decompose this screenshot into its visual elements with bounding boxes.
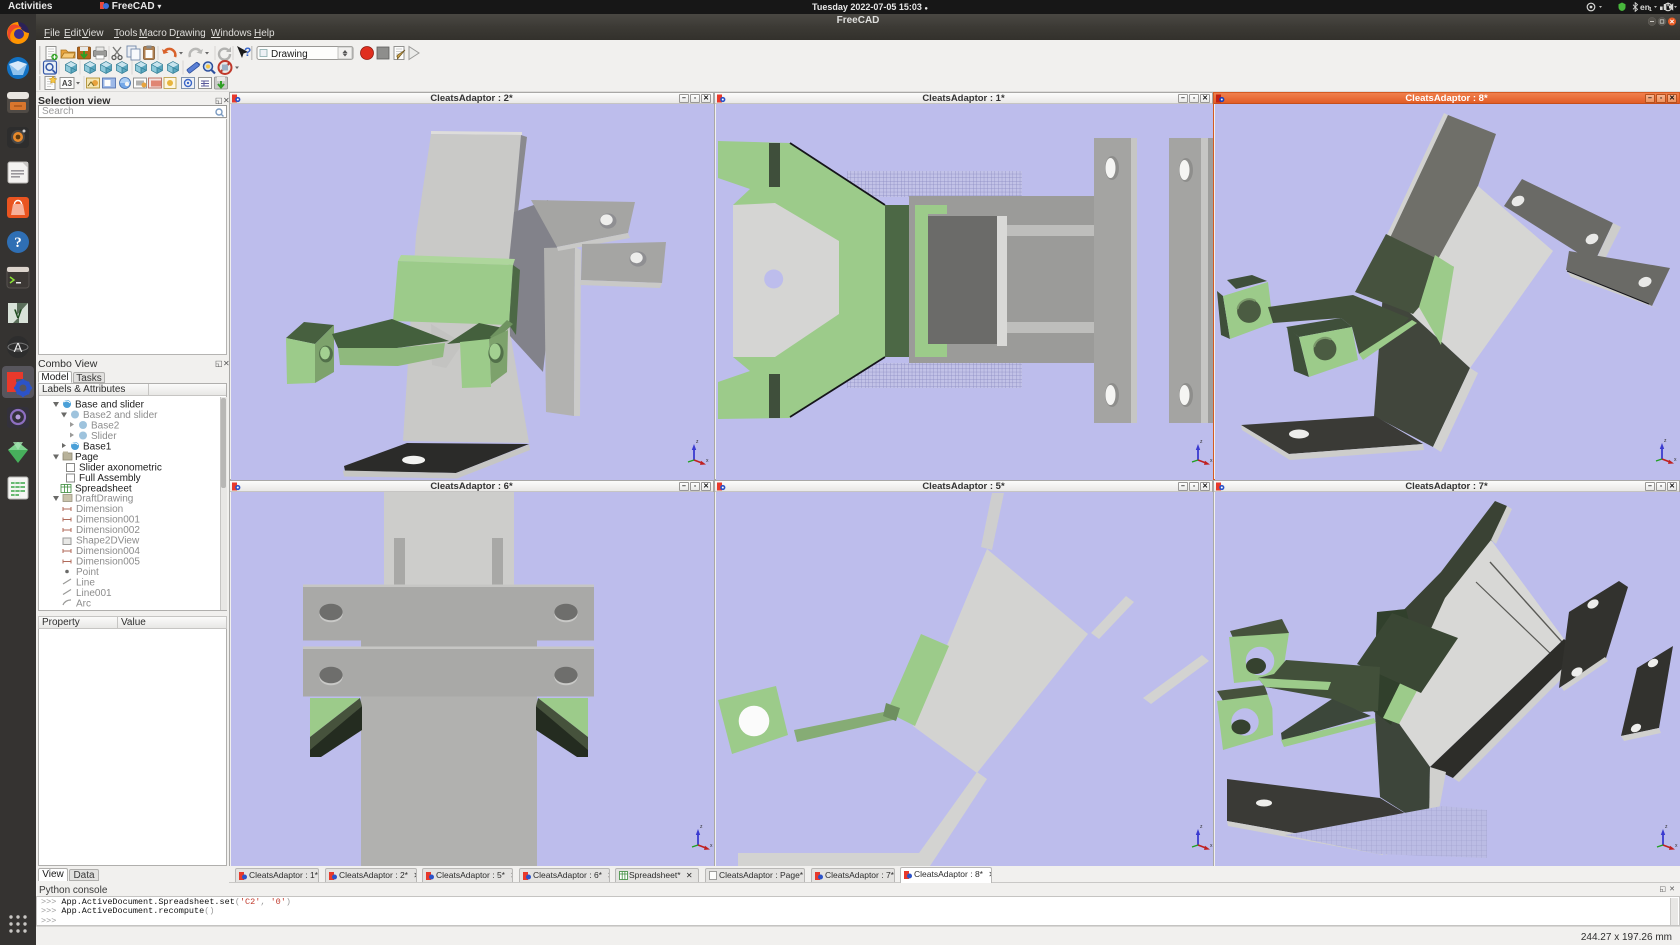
svg-text:Slider: Slider bbox=[91, 431, 117, 442]
svg-text:Dimension: Dimension bbox=[76, 504, 123, 515]
svg-text:Base2 and slider: Base2 and slider bbox=[83, 410, 158, 421]
svg-text:Shape2DView: Shape2DView bbox=[76, 536, 140, 547]
svg-text:Dimension004: Dimension004 bbox=[76, 546, 140, 557]
svg-text:Dimension002: Dimension002 bbox=[76, 525, 140, 536]
svg-text:Slider axonometric: Slider axonometric bbox=[79, 463, 162, 474]
svg-text:A3: A3 bbox=[62, 79, 73, 88]
svg-text:Line001: Line001 bbox=[76, 588, 112, 599]
svg-text:Page: Page bbox=[75, 452, 99, 463]
svg-text:DraftDrawing: DraftDrawing bbox=[75, 494, 133, 505]
svg-text:Line: Line bbox=[76, 578, 95, 589]
svg-text:Point: Point bbox=[76, 567, 99, 578]
svg-text:Dimension001: Dimension001 bbox=[76, 515, 140, 526]
svg-text:?: ? bbox=[244, 45, 251, 59]
svg-text:Dimension005: Dimension005 bbox=[76, 557, 140, 568]
svg-text:Base and slider: Base and slider bbox=[75, 400, 145, 411]
svg-text:?: ? bbox=[14, 235, 22, 251]
svg-text:Base2: Base2 bbox=[91, 421, 120, 432]
svg-text:Arc: Arc bbox=[76, 599, 91, 610]
svg-text:A: A bbox=[14, 340, 23, 355]
svg-text:Drawing: Drawing bbox=[271, 49, 308, 60]
svg-text:V: V bbox=[14, 307, 22, 321]
svg-text:Base1: Base1 bbox=[83, 442, 112, 453]
svg-text:Full Assembly: Full Assembly bbox=[79, 473, 141, 484]
svg-text:1: 1 bbox=[1649, 7, 1652, 12]
